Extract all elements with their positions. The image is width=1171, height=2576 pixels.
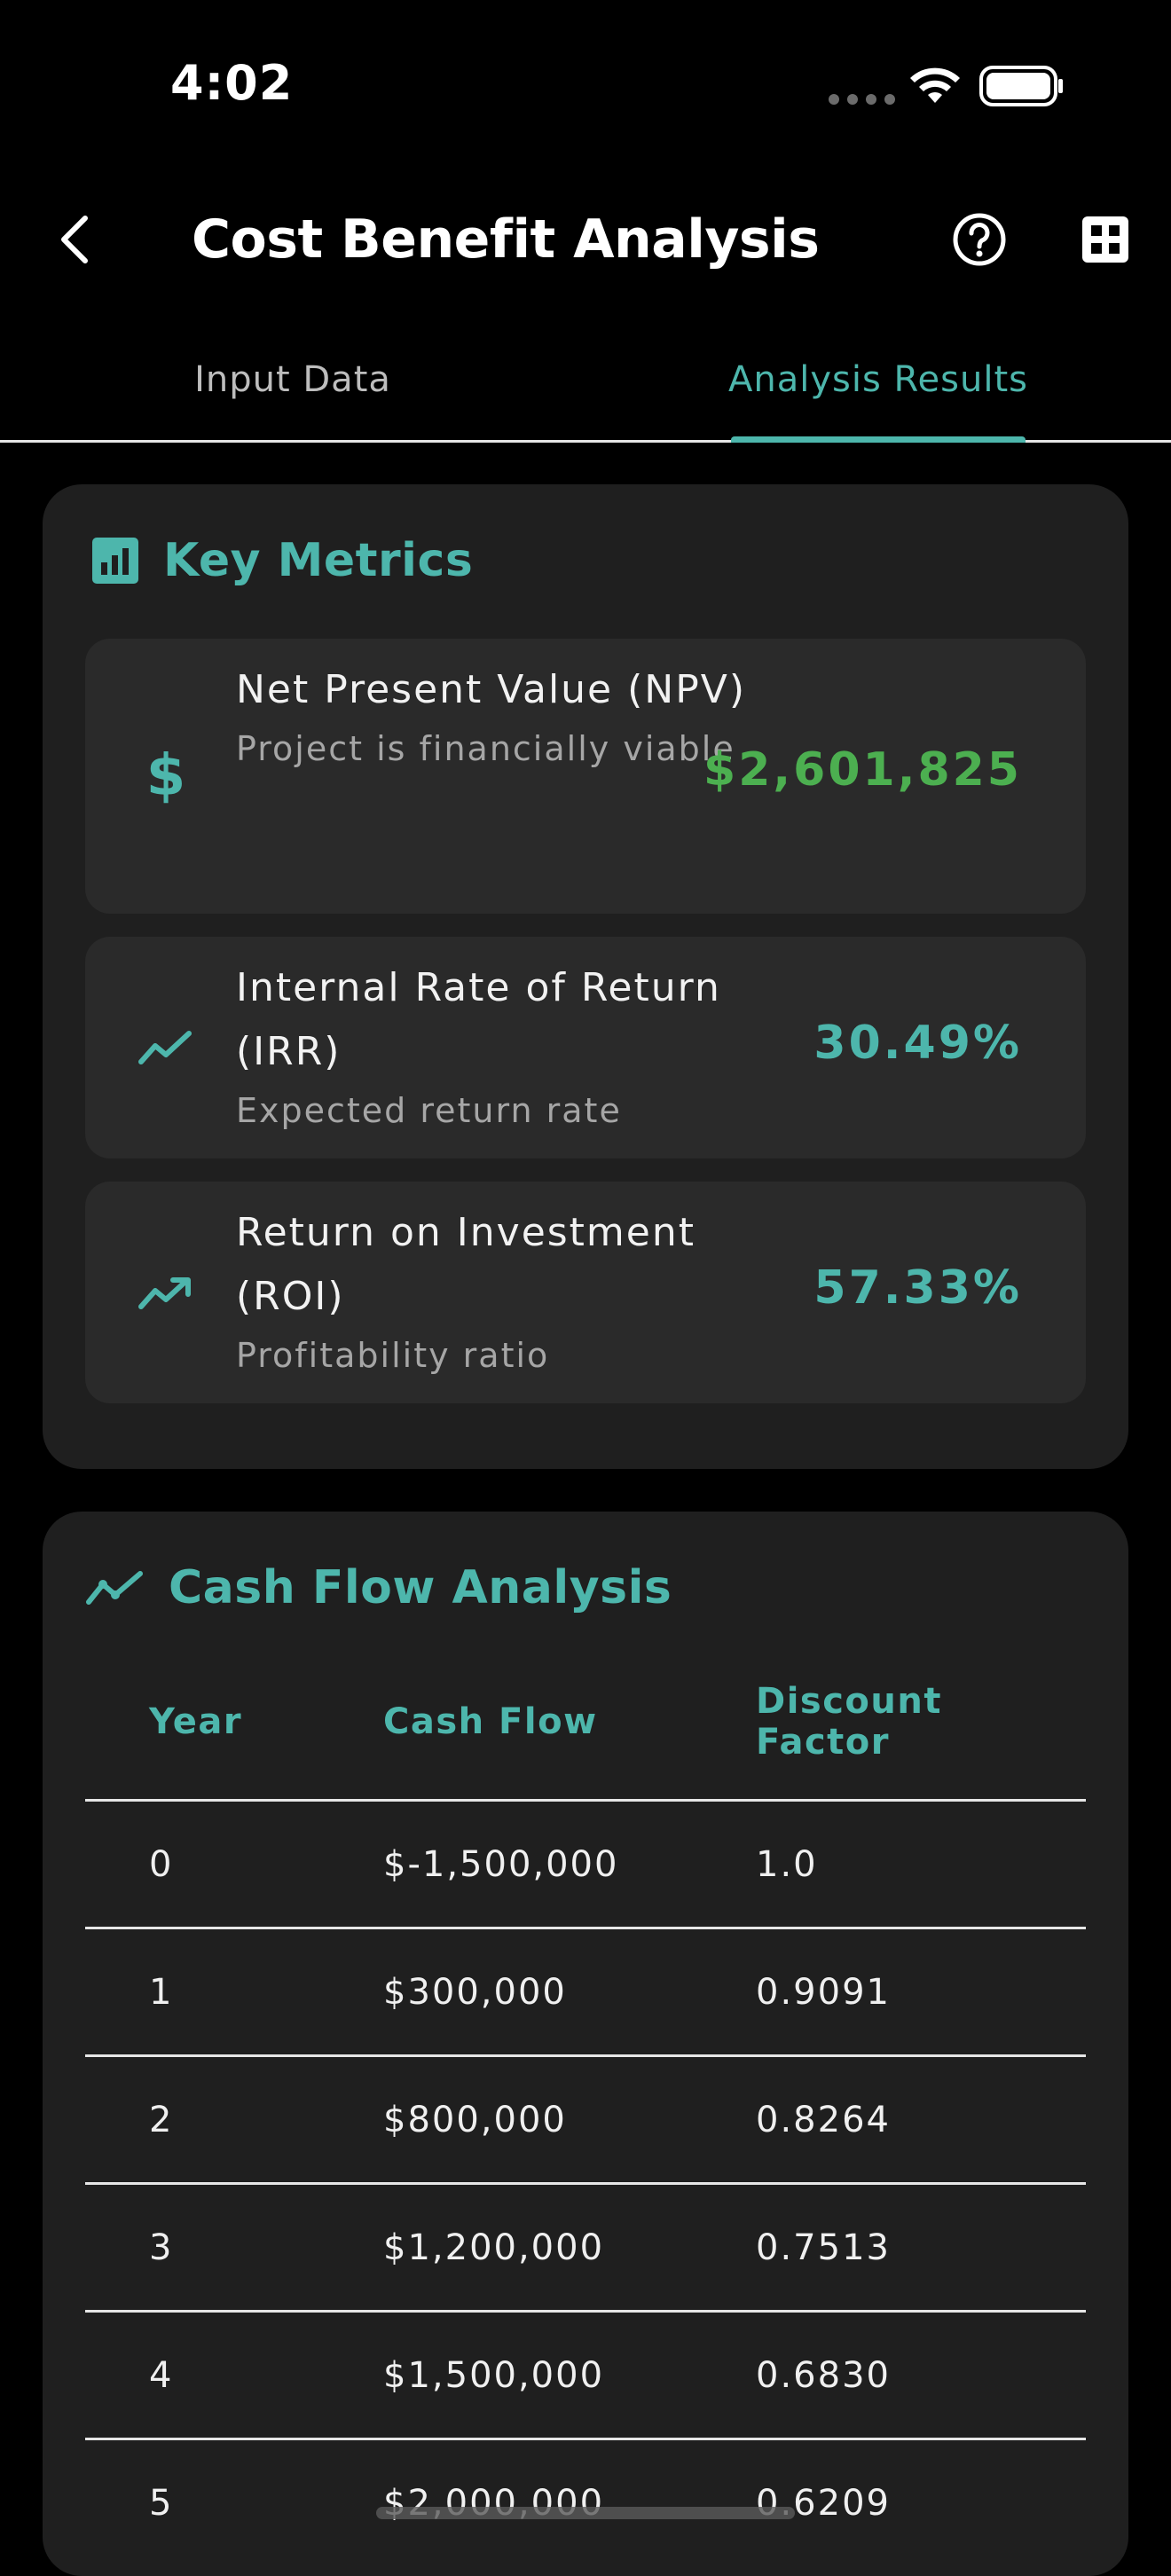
column-header-year: Year (149, 1701, 243, 1742)
table-row: 5 $2,000,000 0.6209 (85, 2440, 1086, 2565)
metric-label: Net Present Value (NPV) (236, 667, 746, 712)
table-row: 4 $1,500,000 0.6830 (85, 2313, 1086, 2440)
cell-discount-factor: 0.9091 (756, 1971, 891, 2013)
cell-cash-flow: $300,000 (383, 1971, 567, 2013)
status-bar: 4:02 (0, 0, 1171, 177)
metric-subtitle: Expected return rate (236, 1091, 622, 1130)
page-title: Cost Benefit Analysis (192, 208, 820, 271)
svg-text:$: $ (146, 745, 186, 807)
cellular-signal-icon (829, 94, 895, 105)
metric-roi: Return on Investment (ROI) Profitability… (85, 1182, 1086, 1403)
cell-cash-flow: $2,000,000 (383, 2482, 605, 2524)
table-row: 0 $-1,500,000 1.0 (85, 1802, 1086, 1929)
dollar-icon: $ (135, 745, 197, 807)
home-indicator[interactable] (376, 2507, 795, 2519)
bar-chart-icon (92, 538, 138, 584)
key-metrics-header: Key Metrics (90, 534, 473, 587)
metric-irr: Internal Rate of Return (IRR) Expected r… (85, 937, 1086, 1158)
metric-value: $2,601,825 (703, 743, 1022, 797)
cell-discount-factor: 0.6209 (756, 2482, 891, 2524)
cell-year: 1 (149, 1971, 174, 2013)
cell-year: 3 (149, 2227, 174, 2268)
metric-subtitle: Profitability ratio (236, 1336, 550, 1375)
trending-up-icon (135, 1261, 197, 1323)
tab-analysis-results[interactable]: Analysis Results (586, 319, 1171, 440)
status-time: 4:02 (170, 55, 294, 111)
cell-cash-flow: $-1,500,000 (383, 1843, 619, 1885)
metric-label: Return on Investment (ROI) (236, 1210, 696, 1319)
wifi-icon (910, 67, 960, 103)
column-header-discount-factor: Discount Factor (756, 1681, 942, 1763)
grid-view-icon (1082, 216, 1128, 263)
battery-icon (979, 66, 1063, 106)
cell-year: 0 (149, 1843, 174, 1885)
cell-cash-flow: $1,500,000 (383, 2354, 605, 2396)
cash-flow-table: Year Cash Flow Discount Factor 0 $-1,500… (85, 1645, 1086, 2565)
cell-year: 4 (149, 2354, 174, 2396)
cell-discount-factor: 0.8264 (756, 2099, 891, 2140)
trending-line-icon (135, 1017, 197, 1079)
metric-value: 57.33% (813, 1261, 1022, 1315)
help-circle-icon (953, 213, 1006, 266)
table-row: 1 $300,000 0.9091 (85, 1929, 1086, 2057)
cell-discount-factor: 0.6830 (756, 2354, 891, 2396)
help-button[interactable] (944, 204, 1015, 275)
tab-input-data[interactable]: Input Data (0, 319, 586, 440)
app-bar: Cost Benefit Analysis (0, 177, 1171, 302)
cell-discount-factor: 1.0 (756, 1843, 818, 1885)
table-row: 3 $1,200,000 0.7513 (85, 2185, 1086, 2313)
cell-year: 2 (149, 2099, 174, 2140)
table-row: 2 $800,000 0.8264 (85, 2057, 1086, 2185)
back-button[interactable] (39, 204, 110, 275)
cash-flow-header: Cash Flow Analysis (85, 1561, 672, 1614)
metric-value: 30.49% (813, 1017, 1022, 1070)
active-tab-indicator (731, 436, 1026, 443)
chevron-left-icon (61, 216, 88, 263)
show-chart-icon (86, 1571, 143, 1605)
metric-npv: $ Net Present Value (NPV) Project is fin… (85, 639, 1086, 914)
cell-cash-flow: $1,200,000 (383, 2227, 605, 2268)
cell-cash-flow: $800,000 (383, 2099, 567, 2140)
table-header: Year Cash Flow Discount Factor (85, 1645, 1086, 1802)
key-metrics-card: Key Metrics $ Net Present Value (NPV) Pr… (43, 484, 1128, 1469)
key-metrics-title: Key Metrics (163, 534, 474, 587)
column-header-cash-flow: Cash Flow (383, 1701, 598, 1742)
cash-flow-card: Cash Flow Analysis Year Cash Flow Discou… (43, 1512, 1128, 2576)
tab-bar: Input Data Analysis Results (0, 319, 1171, 443)
cell-discount-factor: 0.7513 (756, 2227, 891, 2268)
cell-year: 5 (149, 2482, 174, 2524)
cash-flow-title: Cash Flow Analysis (169, 1561, 672, 1614)
metric-label: Internal Rate of Return (IRR) (236, 965, 721, 1074)
dashboard-button[interactable] (1070, 204, 1141, 275)
